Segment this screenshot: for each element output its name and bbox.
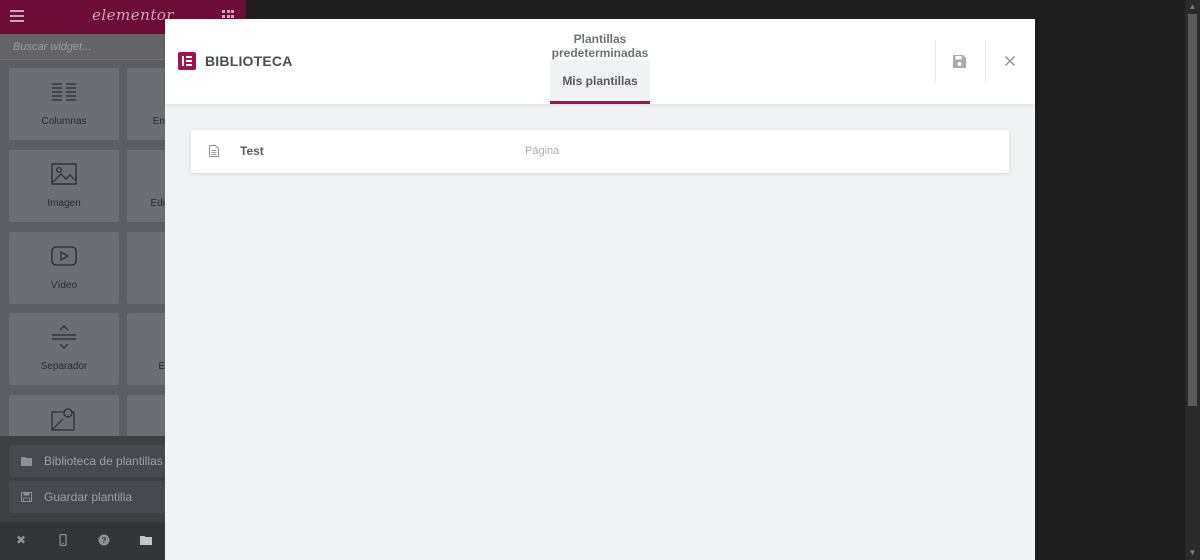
template-library-item[interactable]: Biblioteca de plantillas xyxy=(9,445,169,477)
scroll-thumb[interactable] xyxy=(1188,14,1197,406)
modal-header: BIBLIOTECA Plantillas predeterminadas Mi… xyxy=(165,19,1035,104)
widget-label: Separador xyxy=(40,361,88,372)
modal-title: BIBLIOTECA xyxy=(205,53,293,69)
columns-icon xyxy=(52,83,76,101)
save-icon xyxy=(21,492,32,502)
close-icon[interactable] xyxy=(1004,55,1016,67)
header-divider xyxy=(985,40,986,83)
scroll-up-icon[interactable]: ▲ xyxy=(1188,3,1197,11)
elementor-logo: elementor xyxy=(92,6,175,24)
divider-icon xyxy=(52,325,76,349)
image-icon xyxy=(51,163,77,185)
widget-divider[interactable]: Separador xyxy=(9,313,119,385)
tab-my-templates[interactable]: Mis plantillas xyxy=(550,60,650,104)
template-name: Test xyxy=(240,144,264,158)
widget-label: Vídeo xyxy=(50,280,78,291)
folder-icon xyxy=(21,457,32,466)
video-icon xyxy=(51,246,77,266)
save-icon[interactable] xyxy=(953,55,966,68)
elementor-logo-icon xyxy=(178,52,196,70)
save-template-label: Guardar plantilla xyxy=(44,490,133,504)
widget-label: En xyxy=(152,116,165,127)
widget-label: Imagen xyxy=(47,198,81,209)
menu-icon[interactable] xyxy=(10,10,24,22)
svg-text:?: ? xyxy=(102,536,107,545)
template-row[interactable]: Test Página xyxy=(191,130,1009,173)
page-icon xyxy=(209,145,219,157)
save-template-item[interactable]: Guardar plantilla xyxy=(9,481,169,513)
page-scrollbar[interactable]: ▲ ▼ xyxy=(1185,0,1200,560)
template-library-label: Biblioteca de plantillas xyxy=(44,454,163,468)
widget-video[interactable]: Vídeo xyxy=(9,232,119,304)
widget-image[interactable]: Imagen xyxy=(9,150,119,222)
map-icon xyxy=(51,408,75,431)
widget-label: Edi xyxy=(150,198,165,209)
tab-default-templates[interactable]: Plantillas predeterminadas xyxy=(530,32,670,60)
mobile-icon[interactable] xyxy=(57,534,69,546)
close-icon[interactable]: ✖ xyxy=(15,534,27,546)
template-type: Página xyxy=(525,145,560,157)
scroll-down-icon[interactable]: ▼ xyxy=(1188,549,1197,557)
library-modal: BIBLIOTECA Plantillas predeterminadas Mi… xyxy=(165,19,1035,560)
folder-icon[interactable] xyxy=(140,534,152,546)
header-divider xyxy=(935,40,936,83)
help-icon[interactable]: ? xyxy=(98,534,110,546)
widget-label: Columnas xyxy=(41,116,87,127)
widget-columns[interactable]: Columnas xyxy=(9,68,119,140)
widget-label: E xyxy=(158,361,165,372)
